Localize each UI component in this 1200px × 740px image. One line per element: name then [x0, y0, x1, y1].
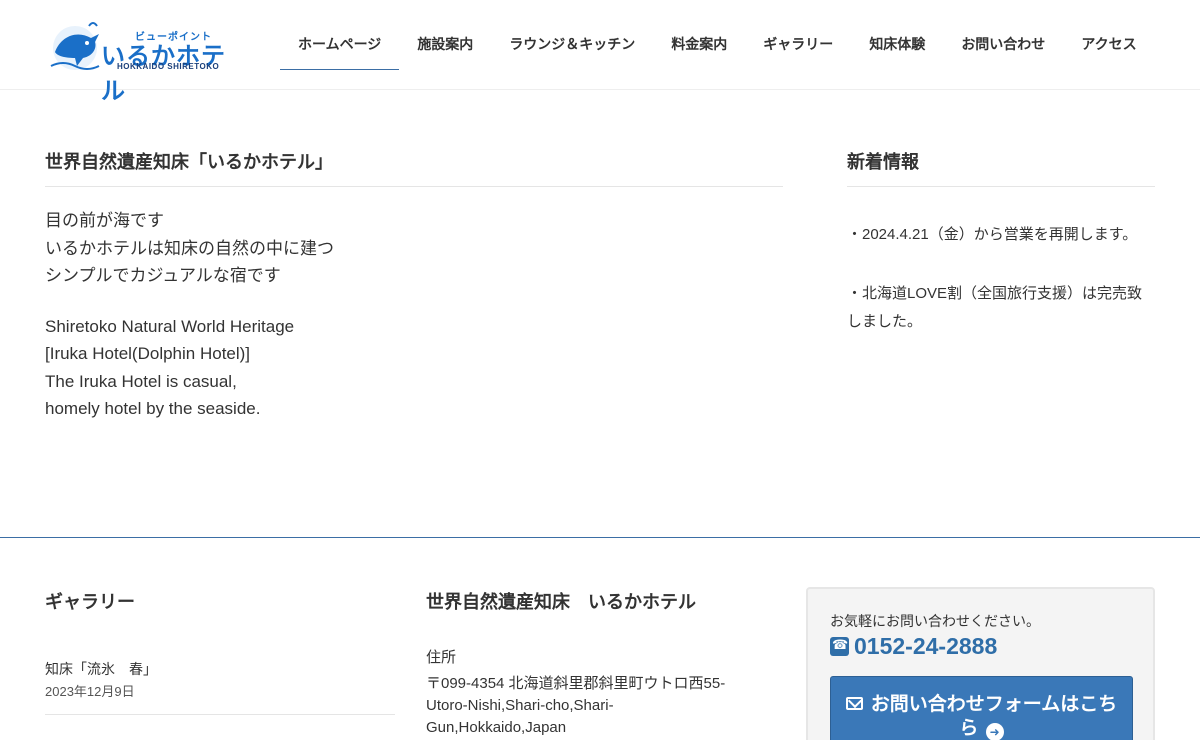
address-label: 住所	[426, 649, 457, 666]
logo-english: HOKKAIDO SHIRETOKO	[117, 62, 220, 71]
intro-line: いるかホテルは知床の自然の中に建つ	[45, 238, 334, 258]
footer-gallery-title: ギャラリー	[45, 592, 135, 612]
intro-line: Shiretoko Natural World Heritage	[45, 316, 295, 336]
contact-box: お気軽にお問い合わせください。 0152-24-2888 お問い合わせフォームは…	[806, 587, 1155, 740]
intro-line: [Iruka Hotel(Dolphin Hotel)]	[45, 344, 251, 363]
phone-icon	[830, 637, 849, 656]
nav-rates[interactable]: 料金案内	[653, 22, 745, 70]
intro-japanese: 目の前が海です いるかホテルは知床の自然の中に建つ シンプルでカジュアルな宿です	[45, 207, 783, 290]
nav-lounge-kitchen[interactable]: ラウンジ＆キッチン	[491, 22, 653, 70]
phone-text: 0152-24-2888	[854, 633, 998, 659]
intro-line: The Iruka Hotel is casual,	[45, 371, 237, 391]
news-item: ・北海道LOVE割（全国旅行支援）は完売致しました。	[847, 285, 1143, 330]
nav-home[interactable]: ホームページ	[280, 22, 400, 70]
nav-contact[interactable]: お問い合わせ	[943, 22, 1063, 70]
arrow-circle-right-icon: ➜	[985, 723, 1004, 740]
news-item: ・2024.4.21（金）から営業を再開します。	[847, 226, 1138, 243]
main-nav: ホームページ 施設案内 ラウンジ＆キッチン 料金案内 ギャラリー 知床体験 お問…	[280, 22, 1155, 70]
nav-facilities[interactable]: 施設案内	[399, 22, 491, 70]
phone-number[interactable]: 0152-24-2888	[830, 633, 997, 660]
news-sidebar: 新着情報 ・2024.4.21（金）から営業を再開します。 ・北海道LOVE割（…	[847, 148, 1155, 367]
intro-line: シンプルでカジュアルな宿です	[45, 266, 281, 285]
dolphin-logo-icon	[50, 22, 100, 70]
gallery-item-link[interactable]: 知床「流氷 春」	[45, 659, 395, 679]
footer-hotel-title: 世界自然遺産知床 いるかホテル	[426, 592, 696, 612]
nav-access[interactable]: アクセス	[1063, 22, 1154, 70]
nav-gallery[interactable]: ギャラリー	[745, 22, 851, 70]
address-text: 〒099-4354 北海道斜里郡斜里町ウトロ西55-Utoro-Nishi,Sh…	[426, 675, 726, 736]
logo-title: いるかホテル	[101, 43, 226, 105]
intro-english: Shiretoko Natural World Heritage [Iruka …	[45, 313, 783, 423]
news-title: 新着情報	[847, 148, 1155, 187]
intro-line: homely hotel by the seaside.	[45, 399, 261, 418]
gallery-item-date: 2023年12月9日	[45, 681, 395, 715]
site-footer: ギャラリー 知床「流氷 春」 2023年12月9日 世界自然遺産知床 いるかホテ…	[0, 537, 1200, 740]
footer-gallery: ギャラリー 知床「流氷 春」 2023年12月9日	[45, 588, 395, 715]
intro-line: 目の前が海です	[45, 211, 164, 230]
site-logo[interactable]: ビューポイント いるかホテル HOKKAIDO SHIRETOKO	[47, 18, 237, 105]
contact-form-button[interactable]: お問い合わせフォームはこちら ➜	[830, 676, 1133, 740]
main-content: 世界自然遺産知床「いるかホテル」 目の前が海です いるかホテルは知床の自然の中に…	[45, 148, 783, 446]
mail-icon	[845, 697, 863, 710]
contact-lead: お気軽にお問い合わせください。	[830, 613, 1040, 629]
footer-hotel-info: 世界自然遺産知床 いるかホテル 住所 〒099-4354 北海道斜里郡斜里町ウト…	[426, 588, 746, 739]
page-title: 世界自然遺産知床「いるかホテル」	[45, 148, 783, 187]
nav-experience[interactable]: 知床体験	[851, 22, 943, 70]
site-header: ビューポイント いるかホテル HOKKAIDO SHIRETOKO ホームページ…	[0, 0, 1200, 105]
